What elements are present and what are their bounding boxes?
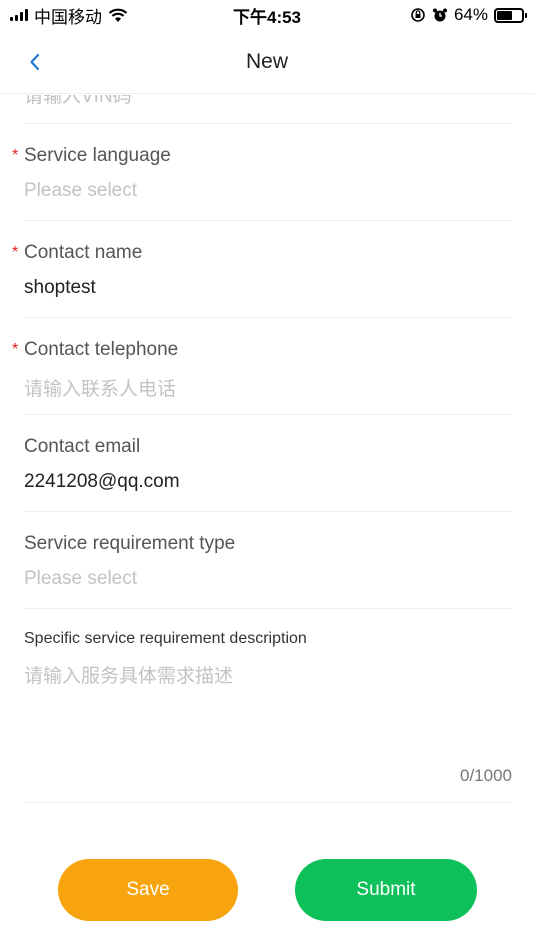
contact-email-input[interactable]: 2241208@qq.com	[24, 471, 512, 497]
field-label: Contact telephone	[24, 339, 179, 360]
wifi-icon	[108, 8, 128, 22]
required-mark: *	[12, 244, 19, 261]
battery-percent: 64%	[453, 5, 488, 24]
contact-name-input[interactable]: shoptest	[24, 277, 512, 303]
description-textarea[interactable]: 请输入服务具体需求描述	[24, 661, 512, 687]
signal-icon	[10, 9, 28, 21]
battery-fill	[497, 10, 513, 20]
carrier-label: 中国移动	[34, 7, 102, 27]
status-right: 64%	[410, 5, 527, 25]
page-title: New	[245, 49, 288, 73]
status-left: 中国移动	[10, 3, 128, 28]
required-mark: *	[12, 341, 19, 358]
required-mark: *	[12, 147, 19, 164]
back-button[interactable]	[20, 47, 50, 77]
submit-button[interactable]: Submit	[295, 859, 477, 921]
service-requirement-type-select[interactable]: Please select	[24, 568, 512, 594]
save-button[interactable]: Save	[58, 859, 238, 921]
status-bar: 中国移动 下午4:53 64%	[0, 0, 534, 30]
description-field[interactable]: Specific service requirement description…	[24, 609, 512, 803]
vin-field[interactable]: 请输入VIN码	[24, 95, 512, 124]
contact-telephone-field[interactable]: * Contact telephone 请输入联系人电话	[12, 318, 512, 415]
chevron-left-icon	[30, 53, 40, 71]
contact-email-field[interactable]: Contact email 2241208@qq.com	[24, 415, 512, 512]
field-label: Specific service requirement description	[24, 630, 307, 647]
service-form: 请输入VIN码 * Service language Please select…	[12, 95, 512, 803]
orientation-lock-icon	[411, 8, 425, 22]
field-label: Service language	[24, 145, 171, 166]
service-language-select[interactable]: Please select	[24, 180, 512, 206]
alarm-icon	[432, 8, 447, 22]
field-label: Contact name	[24, 242, 143, 263]
battery-icon	[494, 7, 527, 23]
character-counter: 0/1000	[460, 766, 512, 785]
service-requirement-type-field[interactable]: Service requirement type Please select	[24, 512, 512, 609]
field-label: Contact email	[24, 436, 141, 457]
field-label: Service requirement type	[24, 533, 236, 554]
contact-telephone-input[interactable]: 请输入联系人电话	[24, 374, 512, 400]
service-language-field[interactable]: * Service language Please select	[12, 124, 512, 221]
nav-bar: New	[0, 30, 534, 94]
vin-placeholder: 请输入VIN码	[24, 95, 132, 107]
contact-name-field[interactable]: * Contact name shoptest	[12, 221, 512, 318]
